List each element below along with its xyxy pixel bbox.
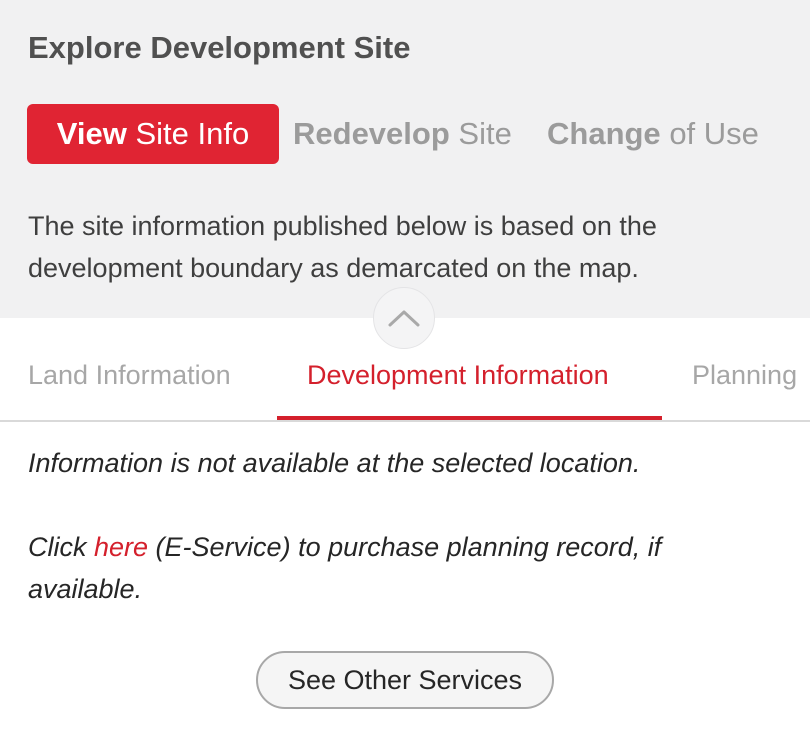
change-of-use-light: of Use bbox=[669, 116, 759, 151]
tab-planning[interactable]: Planning bbox=[692, 360, 797, 391]
tab-development-information[interactable]: Development Information bbox=[307, 360, 609, 391]
info-tabs: Land Information Development Information… bbox=[0, 348, 810, 422]
view-site-info-bold: View bbox=[56, 116, 127, 151]
collapse-button[interactable] bbox=[373, 287, 435, 349]
chevron-up-icon bbox=[388, 310, 420, 327]
no-info-message: Information is not available at the sele… bbox=[28, 448, 641, 478]
site-info-description: The site information published below is … bbox=[28, 211, 657, 283]
tab-land-information[interactable]: Land Information bbox=[28, 360, 231, 391]
active-tab-indicator bbox=[277, 416, 662, 420]
purchase-record-text: Click here (E-Service) to purchase plann… bbox=[28, 526, 768, 610]
tab-content: Information is not available at the sele… bbox=[28, 442, 768, 610]
change-of-use-button[interactable]: Change of Use bbox=[547, 104, 759, 164]
view-site-info-button[interactable]: View Site Info bbox=[27, 104, 279, 164]
view-site-info-light: Site Info bbox=[135, 116, 250, 151]
purchase-prefix: Click bbox=[28, 532, 94, 562]
redevelop-site-light: Site bbox=[458, 116, 512, 151]
explore-panel: Explore Development Site View Site Info … bbox=[0, 0, 810, 730]
page-title: Explore Development Site bbox=[28, 30, 411, 65]
panel-header: Explore Development Site View Site Info … bbox=[0, 0, 810, 318]
change-of-use-bold: Change bbox=[547, 116, 661, 151]
see-other-services-button[interactable]: See Other Services bbox=[256, 651, 554, 709]
here-link[interactable]: here bbox=[94, 532, 148, 562]
redevelop-site-bold: Redevelop bbox=[293, 116, 450, 151]
redevelop-site-button[interactable]: Redevelop Site bbox=[293, 104, 512, 164]
